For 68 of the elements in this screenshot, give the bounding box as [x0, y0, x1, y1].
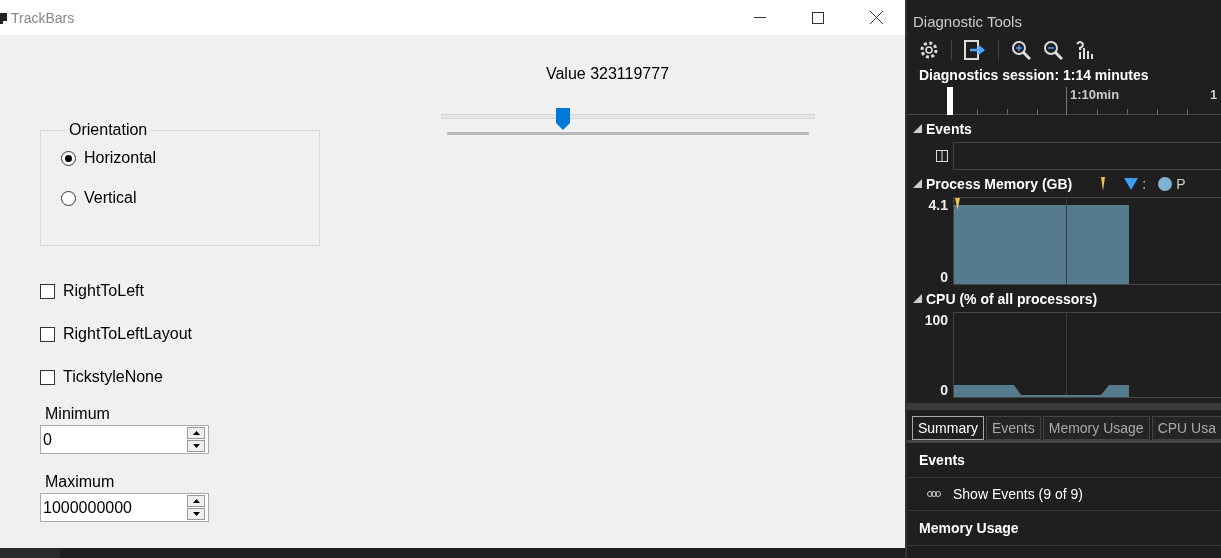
axis-label: 100 — [924, 312, 948, 328]
summary-heading: Memory Usage — [907, 511, 1221, 546]
show-events-link[interactable]: Show Events (9 of 9) — [953, 486, 1083, 502]
checkbox[interactable] — [40, 283, 55, 299]
radio-button[interactable] — [61, 190, 76, 206]
close-icon — [869, 11, 883, 24]
tab[interactable]: Events — [985, 416, 1041, 440]
radio-label: Vertical — [84, 189, 137, 207]
spin-down-button[interactable] — [187, 508, 205, 520]
checkbox-label: RightToLeft — [63, 282, 144, 300]
field-label: Maximum — [45, 473, 116, 491]
radio-button[interactable] — [61, 150, 76, 166]
axis-label: 0 — [940, 382, 948, 398]
value-label: Value 323119777 — [545, 65, 670, 83]
time-label: 1 — [1210, 87, 1218, 102]
collapse-triangle-icon[interactable] — [913, 124, 922, 133]
pause-icon[interactable] — [936, 150, 948, 162]
tab[interactable]: Summary — [912, 416, 984, 440]
down-arrow-icon — [192, 512, 200, 516]
minimize-icon — [754, 16, 766, 19]
radio-label: Horizontal — [84, 149, 157, 167]
tab[interactable]: Memory Usage — [1042, 416, 1150, 440]
collapse-triangle-icon[interactable] — [913, 179, 922, 188]
app-icon — [0, 10, 8, 25]
time-label: 1:10min — [1070, 87, 1120, 102]
triangle-marker-icon — [1124, 177, 1139, 190]
events-icon — [927, 490, 941, 498]
spin-up-button[interactable] — [187, 427, 205, 439]
radio-option[interactable]: Horizontal — [61, 149, 319, 167]
spin-down-button[interactable] — [187, 440, 205, 452]
spin-box[interactable]: 1000000000 — [40, 493, 209, 522]
field-label: Minimum — [45, 405, 111, 423]
zoom-out-icon[interactable] — [1043, 40, 1063, 60]
number-input[interactable]: 1000000000 — [41, 498, 187, 517]
circle-marker-icon — [1158, 176, 1173, 191]
spin-up-button[interactable] — [187, 495, 205, 507]
marker-icon — [1100, 176, 1107, 191]
settings-icon[interactable] — [919, 40, 939, 60]
radio-option[interactable]: Vertical — [61, 189, 319, 207]
legend-label: P — [1176, 175, 1186, 192]
collapse-triangle-icon[interactable] — [913, 294, 922, 303]
up-arrow-icon — [192, 499, 200, 503]
section-title: Process Memory (GB) — [926, 175, 1073, 192]
tab[interactable]: CPU Usa — [1151, 416, 1221, 440]
checkbox[interactable] — [40, 326, 55, 342]
summary-heading: Events — [907, 443, 1221, 478]
checkbox-label: RightToLeftLayout — [63, 325, 192, 343]
slider-thumb[interactable] — [556, 108, 571, 130]
axis-label: 4.1 — [928, 197, 948, 213]
chart-help-icon[interactable] — [1075, 40, 1095, 60]
window-title: TrackBars — [11, 9, 76, 26]
checkbox[interactable] — [40, 369, 55, 385]
maximize-icon — [812, 11, 824, 24]
group-title: Orientation — [68, 121, 149, 139]
axis-label: 0 — [940, 269, 948, 285]
section-title: Events — [926, 120, 972, 137]
panel-title: Diagnostic Tools — [913, 13, 1023, 30]
section-title: CPU (% of all processors) — [926, 290, 1098, 307]
legend-label: : — [1142, 175, 1147, 192]
export-icon[interactable] — [964, 40, 986, 60]
number-input[interactable]: 0 — [41, 430, 187, 449]
session-duration: Diagnostics session: 1:14 minutes — [919, 67, 1150, 83]
checkbox-label: TickstyleNone — [63, 368, 163, 386]
slider-track[interactable] — [440, 108, 815, 132]
up-arrow-icon — [192, 431, 200, 435]
spin-box[interactable]: 0 — [40, 425, 209, 454]
down-arrow-icon — [192, 444, 200, 448]
zoom-in-icon[interactable] — [1011, 40, 1031, 60]
